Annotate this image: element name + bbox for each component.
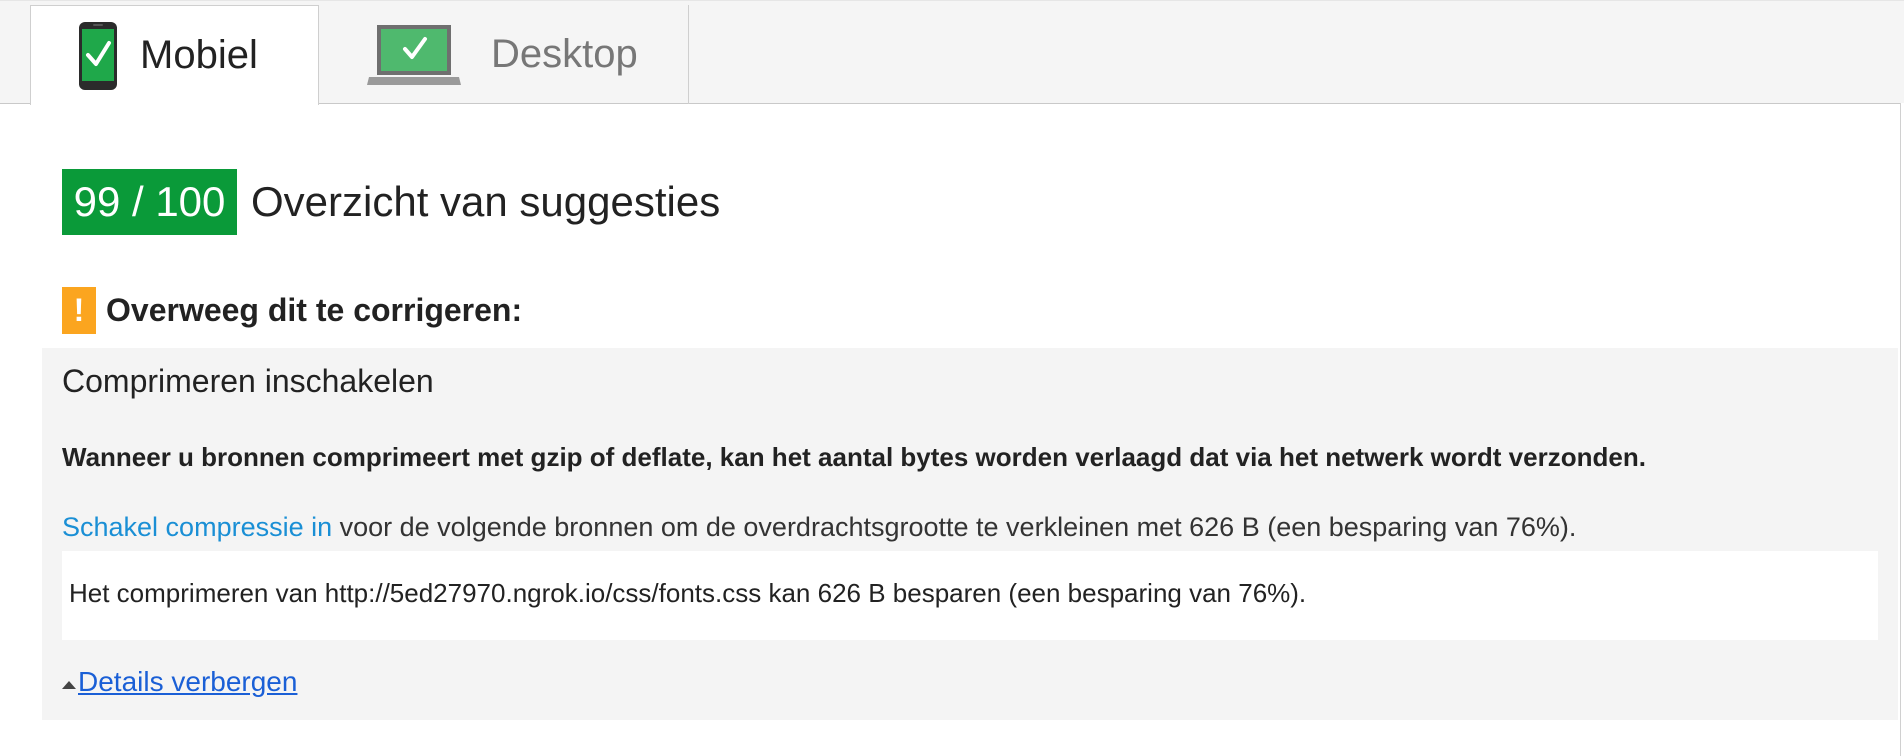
tab-desktop[interactable]: Desktop [319,5,689,104]
details-toggle[interactable]: Details verbergen [62,666,297,698]
triangle-up-icon [62,681,76,689]
rule-summary: Wanneer u bronnen comprimeert met gzip o… [62,442,1646,472]
rule-details-box: Het comprimeren van http://5ed27970.ngro… [62,551,1878,640]
rule-title: Comprimeren inschakelen [62,363,434,399]
tab-mobile-label: Mobiel [140,33,258,77]
enable-compression-link[interactable]: Schakel compressie in [62,512,332,542]
score-badge: 99 / 100 [62,169,237,235]
score-header: 99 / 100 Overzicht van suggesties [62,169,720,235]
warning-title: Overweeg dit te corrigeren: [106,292,523,328]
tab-desktop-label: Desktop [491,32,638,76]
rule-description: Schakel compressie in voor de volgende b… [62,512,1576,543]
tab-mobile[interactable]: Mobiel [30,5,319,105]
mobile-phone-check-icon [79,21,117,90]
list-item: Het comprimeren van http://5ed27970.ngro… [69,578,1307,608]
rule-description-text: voor de volgende bronnen om de overdrach… [332,512,1577,542]
content-border [1900,103,1901,756]
laptop-check-icon [367,24,461,85]
hide-details-link[interactable]: Details verbergen [78,666,297,698]
exclamation-warning-icon: ! [62,287,96,334]
rule-panel: Comprimeren inschakelen Wanneer u bronne… [42,348,1898,720]
warning-header: ! Overweeg dit te corrigeren: [62,287,522,334]
page-title: Overzicht van suggesties [251,178,721,225]
